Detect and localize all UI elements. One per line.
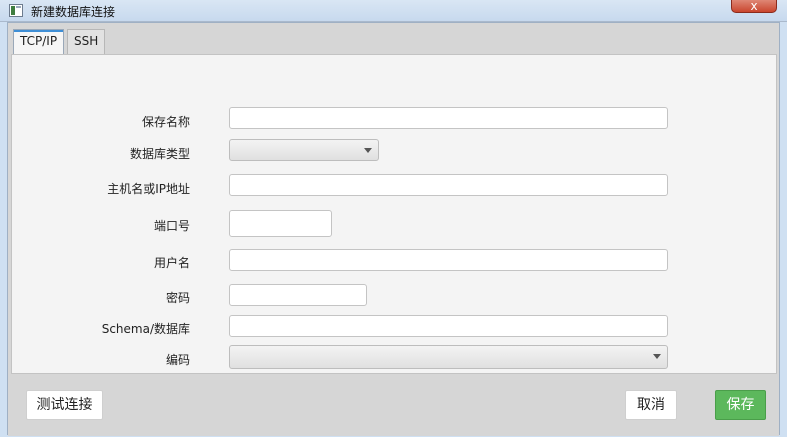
save-button[interactable]: 保存: [715, 390, 766, 420]
password-label: 密码: [165, 291, 190, 305]
port-label: 端口号: [153, 219, 190, 233]
dialog-window: TCP/IP SSH 保存名称 数据库类型 主机名或IP地址 端口号 用户名 密…: [7, 22, 780, 436]
save-name-input[interactable]: [229, 107, 668, 129]
close-button[interactable]: x: [731, 0, 777, 13]
password-input[interactable]: [229, 284, 367, 306]
app-window-icon: [9, 4, 23, 17]
tab-ssh[interactable]: SSH: [67, 29, 106, 54]
encoding-label: 编码: [165, 353, 190, 367]
tab-tcp-ip[interactable]: TCP/IP: [13, 29, 65, 56]
host-label: 主机名或IP地址: [107, 182, 190, 196]
schema-label: Schema/数据库: [101, 322, 190, 336]
encoding-select[interactable]: [229, 345, 668, 369]
username-input[interactable]: [229, 249, 668, 271]
chevron-down-icon: [653, 354, 661, 359]
tab-bar: TCP/IP SSH: [8, 23, 779, 56]
username-label: 用户名: [153, 256, 190, 270]
save-name-label: 保存名称: [141, 115, 190, 129]
chevron-down-icon: [364, 148, 372, 153]
db-type-select[interactable]: [229, 139, 379, 161]
cancel-button[interactable]: 取消: [625, 390, 677, 420]
port-input[interactable]: [229, 210, 332, 237]
window-title: 新建数据库连接: [31, 5, 116, 19]
test-connection-button[interactable]: 测试连接: [26, 390, 103, 420]
dialog-footer: 测试连接 取消 保存: [8, 375, 779, 436]
connection-form: 保存名称 数据库类型 主机名或IP地址 端口号 用户名 密码 Schema/数据…: [11, 54, 777, 374]
host-input[interactable]: [229, 174, 668, 196]
title-bar: 新建数据库连接 x: [0, 0, 787, 22]
db-type-label: 数据库类型: [129, 147, 190, 161]
schema-input[interactable]: [229, 315, 668, 337]
